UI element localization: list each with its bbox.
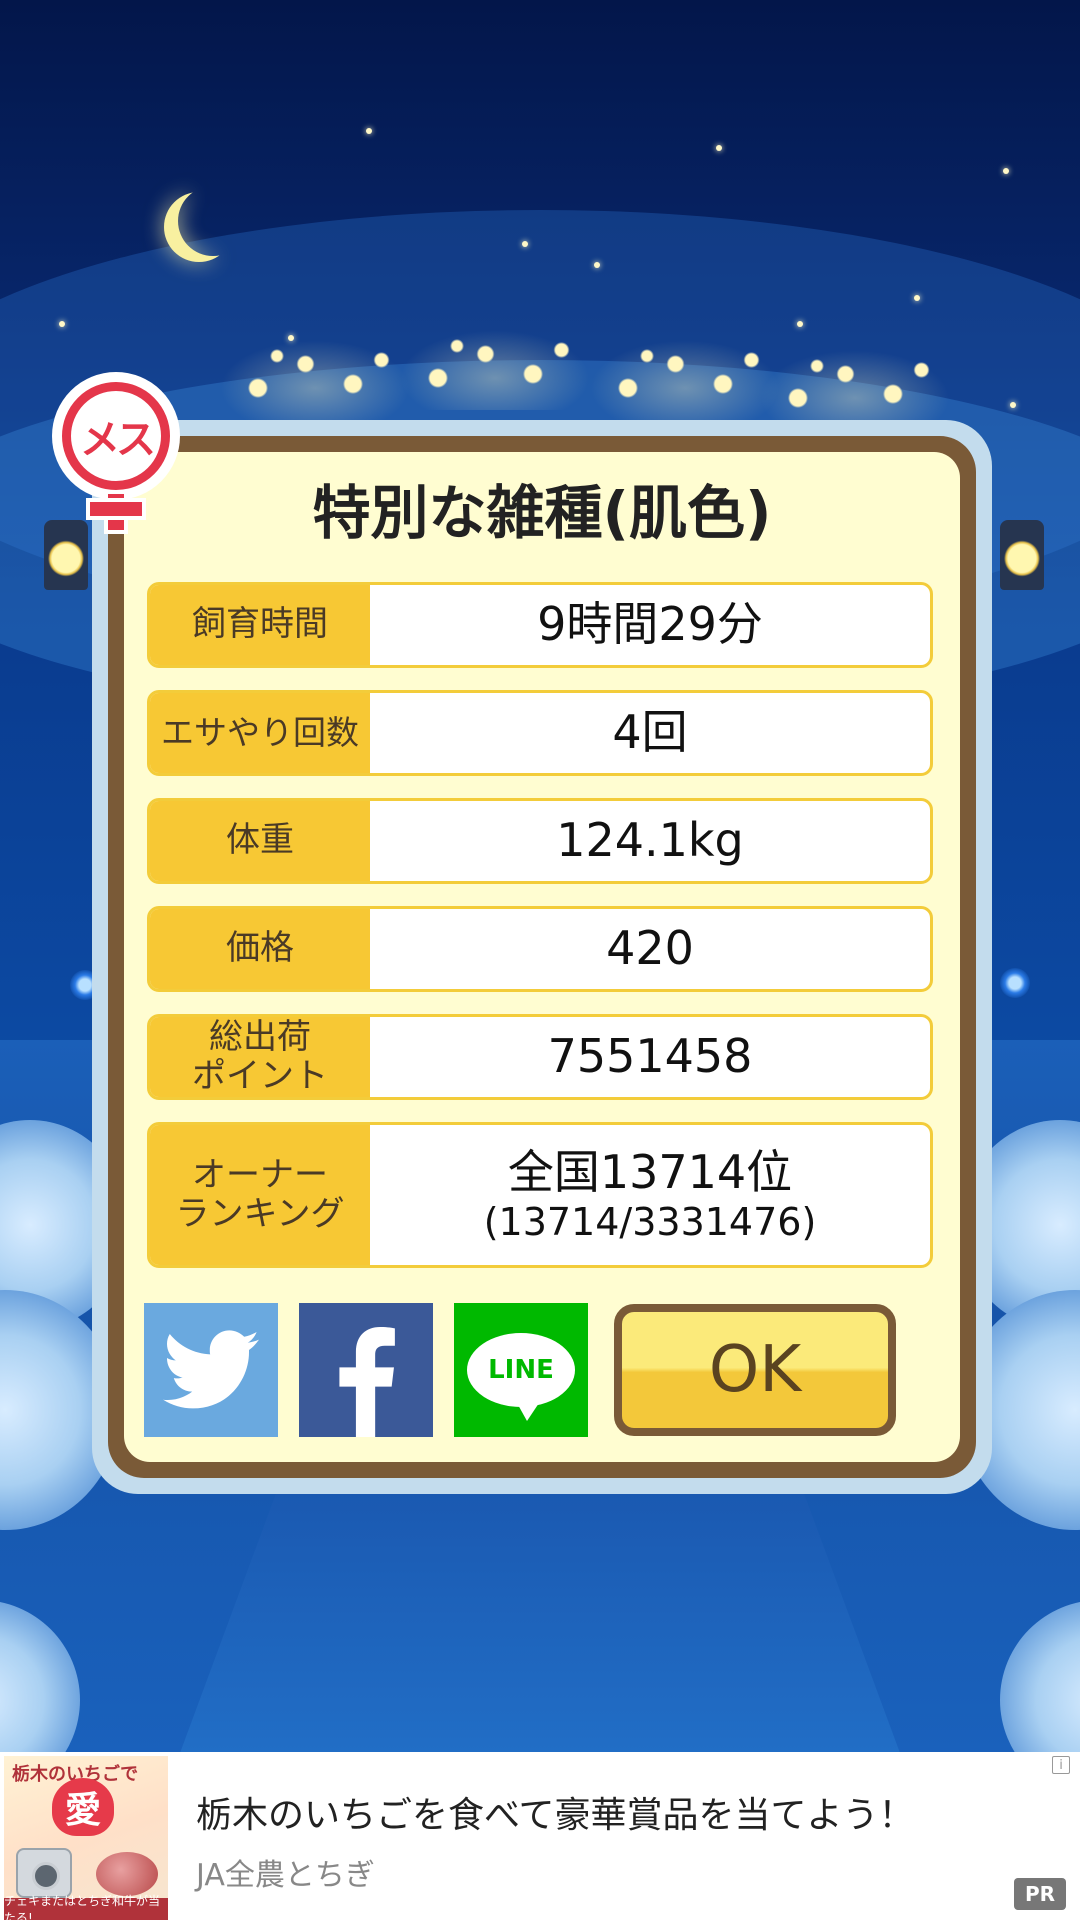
pr-badge: PR <box>1014 1878 1066 1910</box>
stat-label: 価格 <box>150 909 370 989</box>
star-icon <box>522 241 528 247</box>
ad-thumb-footer: チェキまたはとちぎ和牛が当たる! <box>4 1894 168 1920</box>
dialog-title: 特別な雑種(肌色) <box>312 479 772 547</box>
stat-value: 全国13714位 (13714/3331476) <box>370 1125 930 1265</box>
stat-label: オーナー ランキング <box>150 1125 370 1265</box>
star-icon <box>59 321 65 327</box>
facebook-share-button[interactable] <box>299 1303 433 1437</box>
stat-row-feed-count: エサやり回数 4回 <box>147 690 933 776</box>
moon-icon <box>178 186 248 256</box>
stat-row-price: 価格 420 <box>147 906 933 992</box>
street-lamp-icon <box>1000 520 1044 590</box>
ok-button[interactable]: OK <box>614 1304 896 1436</box>
blue-light-icon <box>1000 968 1030 998</box>
stat-row-shipping-points: 総出荷 ポイント 7551458 <box>147 1014 933 1100</box>
gender-label: メス <box>80 417 156 463</box>
star-icon <box>366 128 372 134</box>
stat-value: 4回 <box>612 705 688 760</box>
stat-label: エサやり回数 <box>150 693 370 773</box>
twitter-share-button[interactable] <box>144 1303 278 1437</box>
stat-row-weight: 体重 124.1kg <box>147 798 933 884</box>
ranking-value: 全国13714位 <box>507 1144 793 1199</box>
sparkle-lights <box>220 340 410 420</box>
street-lamp-icon <box>44 520 88 590</box>
stat-label: 総出荷 ポイント <box>150 1017 370 1097</box>
stage-path <box>170 1480 910 1752</box>
stat-value: 124.1kg <box>556 813 744 868</box>
stat-label: 飼育時間 <box>150 585 370 665</box>
stat-row-breeding-time: 飼育時間 9時間29分 <box>147 582 933 668</box>
instant-camera-icon <box>16 1848 72 1898</box>
stat-value: 420 <box>606 921 694 976</box>
heart-icon: 愛 <box>52 1778 114 1836</box>
twitter-bird-icon <box>163 1330 259 1409</box>
beef-icon <box>96 1852 158 1896</box>
sparkle-lights <box>590 340 780 420</box>
female-symbol-icon: メス <box>52 372 182 534</box>
star-icon <box>797 321 803 327</box>
ad-thumbnail[interactable]: 栃木のいちごで 愛 チェキまたはとちぎ和牛が当たる! <box>4 1756 168 1920</box>
ad-info-icon[interactable]: i <box>1052 1756 1070 1774</box>
ad-sponsor: JA全農とちぎ <box>196 1858 375 1893</box>
line-share-button[interactable]: LINE <box>454 1303 588 1437</box>
sparkle-lights <box>760 350 950 430</box>
star-icon <box>1010 402 1016 408</box>
stat-row-owner-ranking: オーナー ランキング 全国13714位 (13714/3331476) <box>147 1122 933 1268</box>
ranking-detail: (13714/3331476) <box>483 1199 817 1244</box>
line-icon: LINE <box>467 1333 575 1421</box>
sparkle-lights <box>400 330 590 410</box>
stat-label: 体重 <box>150 801 370 881</box>
star-icon <box>594 262 600 268</box>
ad-title[interactable]: 栃木のいちごを食べて豪華賞品を当てよう！ <box>196 1786 915 1838</box>
facebook-icon <box>339 1327 395 1437</box>
star-icon <box>1003 168 1009 174</box>
stat-value: 7551458 <box>547 1029 753 1084</box>
star-icon <box>716 145 722 151</box>
star-icon <box>914 295 920 301</box>
stat-value: 9時間29分 <box>537 597 763 652</box>
